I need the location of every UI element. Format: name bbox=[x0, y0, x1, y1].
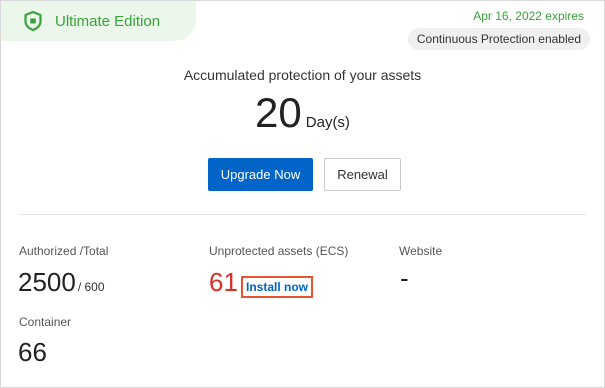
total-count: / 600 bbox=[77, 280, 105, 294]
container-value: 66 bbox=[18, 337, 47, 367]
unprotected-assets-value: 61 bbox=[209, 267, 238, 297]
website-value: - bbox=[400, 263, 409, 293]
authorized-total-label: Authorized /Total bbox=[19, 244, 109, 258]
days-unit: Day(s) bbox=[305, 114, 350, 131]
renewal-button[interactable]: Renewal bbox=[324, 158, 401, 191]
install-now-link[interactable]: Install now bbox=[241, 276, 314, 298]
container-label: Container bbox=[19, 315, 72, 329]
unprotected-assets-label: Unprotected assets (ECS) bbox=[209, 244, 349, 258]
upgrade-now-button[interactable]: Upgrade Now bbox=[208, 158, 313, 191]
protection-headline: Accumulated protection of your assets bbox=[183, 67, 422, 83]
expiry-date: Apr 16, 2022 expires bbox=[473, 9, 584, 23]
protection-status-badge: Continuous Protection enabled bbox=[407, 28, 590, 50]
shield-icon bbox=[23, 11, 43, 31]
edition-banner: Ultimate Edition bbox=[1, 1, 196, 41]
divider bbox=[19, 214, 586, 215]
authorized-total-value: 2500/ 600 bbox=[18, 267, 105, 298]
edition-name: Ultimate Edition bbox=[55, 12, 161, 30]
protection-days: 20 Day(s) bbox=[1, 89, 604, 137]
website-label: Website bbox=[399, 244, 443, 258]
protection-card: Ultimate Edition Apr 16, 2022 expires Co… bbox=[0, 0, 605, 388]
days-count: 20 bbox=[255, 89, 302, 136]
authorized-count: 2500 bbox=[18, 267, 76, 297]
